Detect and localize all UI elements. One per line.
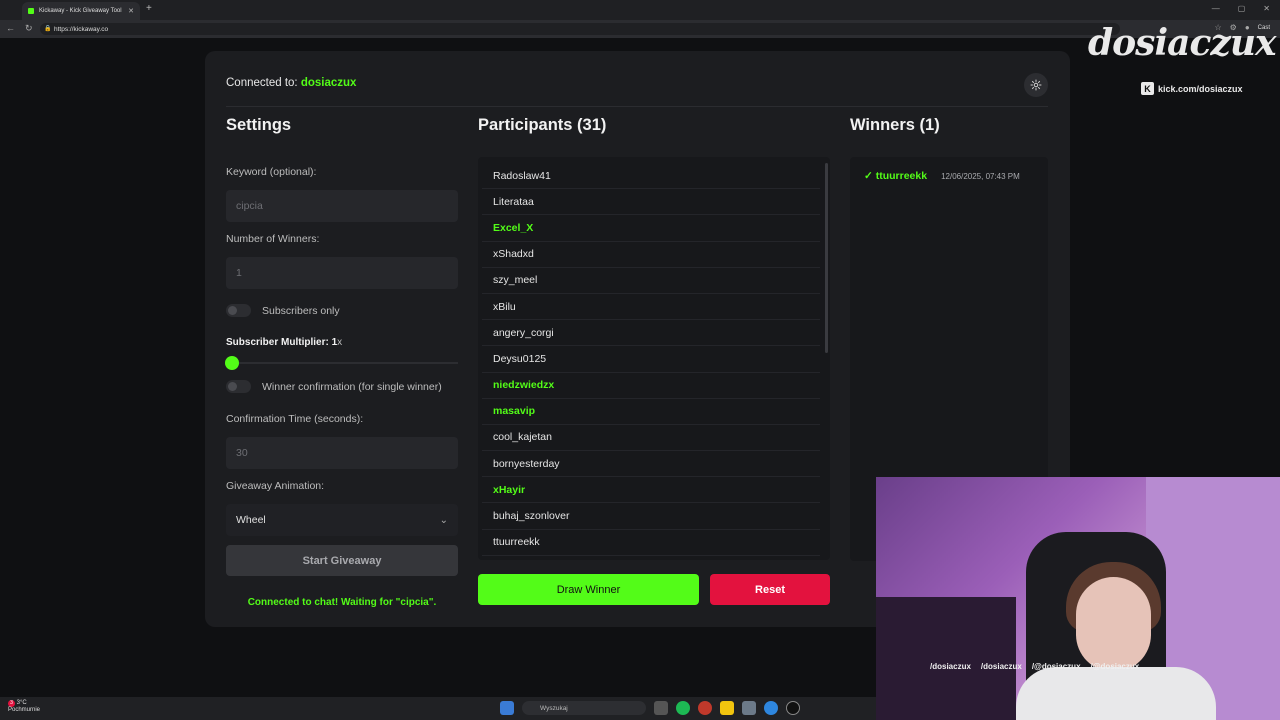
multiplier-slider-handle[interactable] [225, 356, 239, 370]
back-icon[interactable]: ← [6, 23, 15, 34]
keyword-label: Keyword (optional): [226, 166, 317, 178]
app-icon[interactable] [698, 701, 712, 715]
winner-confirmation-toggle[interactable] [226, 380, 251, 393]
participants-title: Participants (31) [478, 116, 607, 134]
participant-item: niedzwiedzx [482, 373, 820, 399]
temperature: 3°C [16, 700, 27, 706]
chevron-down-icon: ⌄ [439, 514, 448, 526]
keyword-input[interactable]: cipcia [226, 190, 458, 222]
multiplier-slider-track[interactable] [232, 362, 458, 364]
winners-count-input[interactable]: 1 [226, 257, 458, 289]
close-tab-icon[interactable]: ✕ [128, 7, 134, 15]
taskbar-search[interactable]: Wyszukaj [522, 701, 646, 715]
participants-scrollbar[interactable] [825, 163, 828, 353]
close-window-icon[interactable]: ✕ [1263, 4, 1270, 13]
participant-item: xHayir [482, 477, 820, 504]
streamer-logo: dosiaczux [1088, 22, 1276, 64]
confirmation-time-label: Confirmation Time (seconds): [226, 413, 364, 425]
taskbar-apps: Wyszukaj [500, 701, 800, 715]
browser-tab[interactable]: Kickaway - Kick Giveaway Tool ✕ [22, 2, 140, 20]
subscribers-only-row: Subscribers only [226, 304, 340, 317]
animation-selected-value: Wheel [236, 514, 266, 526]
settings-title: Settings [226, 116, 292, 134]
animation-label: Giveaway Animation: [226, 480, 325, 492]
participant-item: xBilu [482, 294, 820, 321]
chat-status-text: Connected to chat! Waiting for "cipcia". [247, 597, 437, 608]
gear-icon [1030, 79, 1042, 91]
multiplier-suffix: x [337, 337, 343, 348]
animation-select[interactable]: Wheel ⌄ [226, 504, 458, 536]
new-tab-icon[interactable]: + [146, 3, 152, 14]
instagram-handle: /dosiaczux [930, 662, 971, 671]
participant-item: Excel_X [482, 215, 820, 242]
tipply-handle: /@dosiaczux [1090, 662, 1140, 671]
connected-user: dosiaczux [300, 77, 357, 89]
url-field[interactable]: 🔒 https://kickaway.co [40, 23, 1120, 35]
lock-icon: 🔒 [44, 26, 52, 32]
settings-app-icon[interactable] [742, 701, 756, 715]
edge-icon[interactable] [764, 701, 778, 715]
connection-label: Connected to: [226, 77, 301, 89]
webcam-person-face [1076, 577, 1151, 672]
settings-button[interactable] [1024, 73, 1048, 97]
kick-icon: K [1141, 82, 1154, 95]
multiplier-text: Subscriber Multiplier: 1 [226, 337, 338, 348]
nav-buttons: ← ↻ [6, 23, 33, 34]
reset-button[interactable]: Reset [710, 574, 830, 605]
header-divider [226, 106, 1048, 107]
participant-item: szy_meel [482, 268, 820, 294]
webcam-feed: /dosiaczux /dosiaczux /@dosiaczux /@dosi… [876, 477, 1280, 720]
subscribers-only-label: Subscribers only [262, 304, 340, 317]
participant-item: cool_kajetan [482, 425, 820, 452]
participant-item: angery_corgi [482, 320, 820, 347]
start-giveaway-button[interactable]: Start Giveaway [226, 545, 458, 576]
reload-icon[interactable]: ↻ [25, 23, 33, 34]
participant-item: masavip [482, 399, 820, 425]
participant-item: xShadxd [482, 242, 820, 268]
kick-favicon-icon [28, 8, 34, 14]
file-explorer-icon[interactable] [720, 701, 734, 715]
winner-name: ✓ ttuurreekk [864, 170, 928, 182]
tab-title: Kickaway - Kick Giveaway Tool [39, 8, 122, 14]
tiktok-handle: /dosiaczux [980, 662, 1022, 671]
draw-winner-button[interactable]: Draw Winner [478, 574, 699, 605]
social-handles: /dosiaczux /dosiaczux /@dosiaczux /@dosi… [930, 662, 1139, 671]
notification-badge: 3 [8, 700, 15, 707]
obs-icon[interactable] [786, 701, 800, 715]
participant-item: buhaj_szonlover [482, 503, 820, 530]
webcam-shelf [876, 597, 1016, 720]
window-controls: — ▢ ✕ [1212, 4, 1270, 13]
weather-condition: Pochmurnie [8, 707, 41, 713]
start-menu-icon[interactable] [500, 701, 514, 715]
connection-status: Connected to: dosiaczux [226, 77, 356, 89]
participant-item: ttuurreekk [482, 530, 820, 556]
participants-list[interactable]: Radoslaw41 Literataa Excel_X xShadxd szy_mee… [478, 157, 830, 560]
participant-item: Radoslaw41 [482, 163, 820, 190]
winner-confirmation-label: Winner confirmation (for single winner) [262, 380, 442, 393]
maximize-icon[interactable]: ▢ [1238, 4, 1246, 13]
browser-tab-bar: Kickaway - Kick Giveaway Tool ✕ + — ▢ ✕ [0, 0, 1280, 20]
kick-channel-text: kick.com/dosiaczux [1158, 83, 1243, 94]
url-text: https://kickaway.co [54, 25, 109, 33]
participant-item: bornyesterday [482, 451, 820, 478]
participant-item: Deysu0125 [482, 346, 820, 373]
winner-entry: ✓ ttuurreekk 12/06/2025, 07:43 PM [864, 170, 1020, 182]
winner-confirmation-row: Winner confirmation (for single winner) [226, 380, 442, 393]
kick-channel-link: K kick.com/dosiaczux [1141, 82, 1243, 95]
participant-item: Literataa [482, 189, 820, 216]
winners-count-label: Number of Winners: [226, 233, 320, 245]
webcam-person-body [1016, 667, 1216, 720]
multiplier-label: Subscriber Multiplier: 1x [226, 337, 342, 348]
winners-title: Winners (1) [850, 116, 940, 134]
windows-taskbar: 3 3°C Pochmurnie Wyszukaj [0, 697, 876, 720]
subscribers-only-toggle[interactable] [226, 304, 251, 317]
spotify-icon[interactable] [676, 701, 690, 715]
youtube-handle: /@dosiaczux [1031, 662, 1081, 671]
weather-widget[interactable]: 3 3°C Pochmurnie [8, 700, 40, 714]
minimize-icon[interactable]: — [1212, 4, 1220, 13]
winner-timestamp: 12/06/2025, 07:43 PM [941, 171, 1020, 181]
task-view-icon[interactable] [654, 701, 668, 715]
confirmation-time-input[interactable]: 30 [226, 437, 458, 469]
